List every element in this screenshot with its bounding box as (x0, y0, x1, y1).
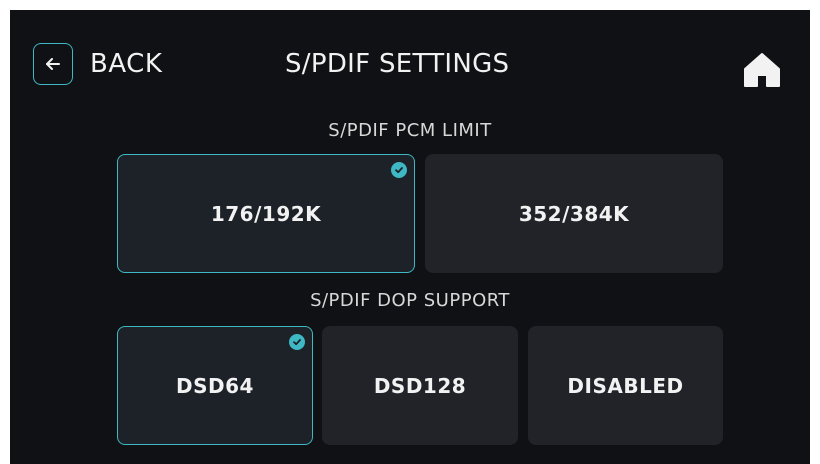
pcm-option-352-384k[interactable]: 352/384K (425, 154, 723, 273)
pcm-option-176-192k[interactable]: 176/192K (117, 154, 415, 273)
spdif-settings-screen: BACK S/PDIF SETTINGS S/PDIF PCM LIMIT 17… (10, 10, 810, 464)
check-icon (391, 162, 407, 178)
dop-support-label: S/PDIF DOP SUPPORT (310, 290, 510, 311)
pcm-limit-label: S/PDIF PCM LIMIT (328, 120, 492, 141)
option-label: DSD128 (373, 373, 467, 398)
option-label: DSD64 (176, 373, 254, 398)
dop-option-disabled[interactable]: DISABLED (528, 326, 723, 445)
check-icon (289, 334, 305, 350)
arrow-left-icon (46, 58, 60, 70)
back-label[interactable]: BACK (90, 48, 162, 80)
dop-option-dsd128[interactable]: DSD128 (322, 326, 518, 445)
back-button[interactable] (33, 43, 73, 85)
dop-option-dsd64[interactable]: DSD64 (117, 326, 313, 445)
option-label: DISABLED (567, 373, 684, 398)
option-label: 352/384K (518, 201, 630, 226)
option-label: 176/192K (210, 201, 322, 226)
home-icon[interactable] (742, 50, 782, 90)
page-title: S/PDIF SETTINGS (285, 49, 510, 79)
